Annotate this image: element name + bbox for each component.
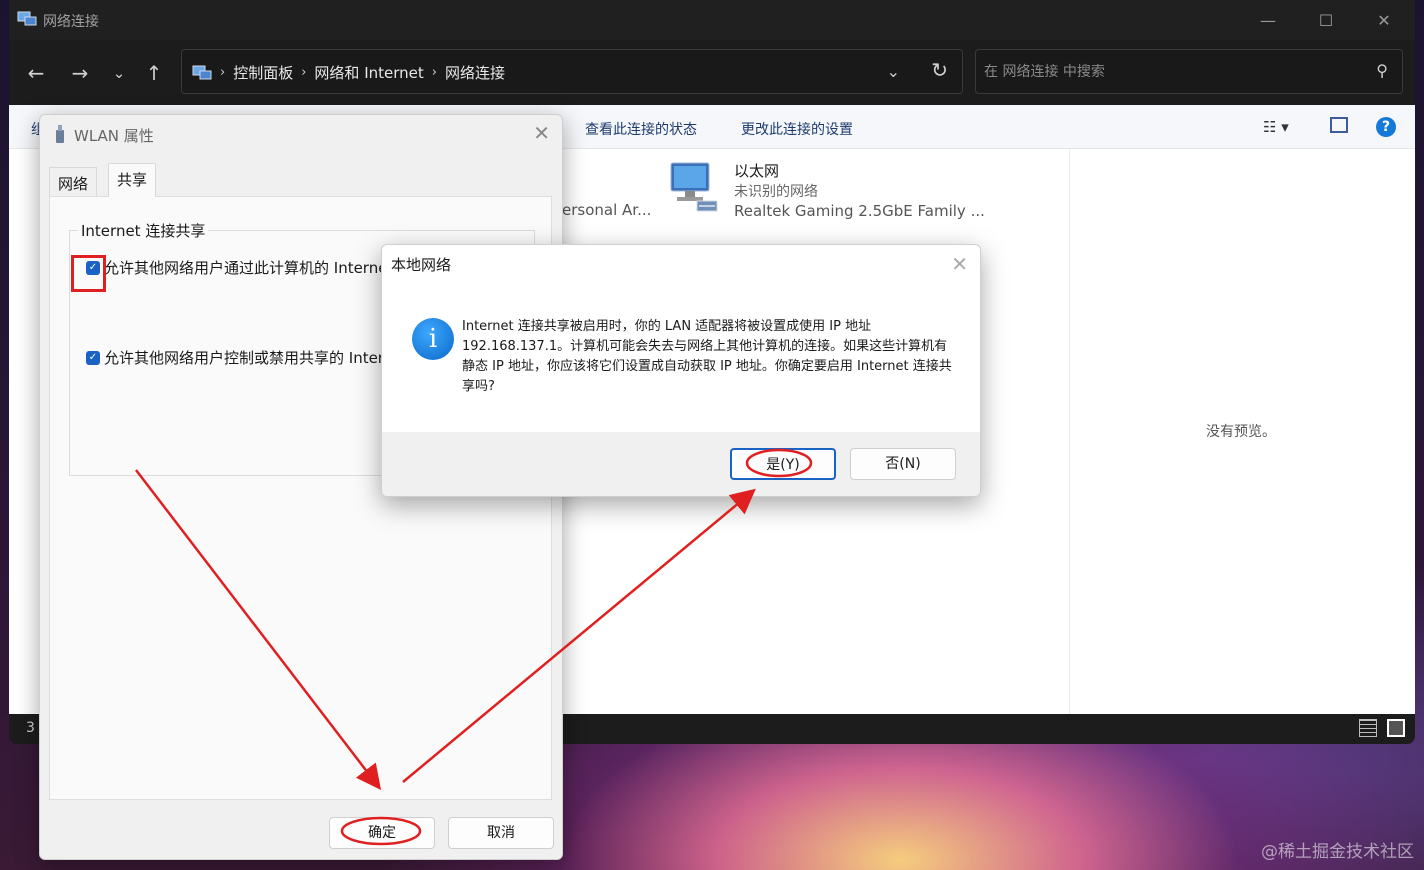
breadcrumb: › 控制面板 › 网络和 Internet › 网络连接 <box>192 62 505 83</box>
dialog-title: WLAN 属性 <box>74 127 154 145</box>
preview-pane-icon[interactable] <box>1330 117 1348 133</box>
ok-button[interactable]: 确定 <box>329 817 435 849</box>
up-arrow-icon[interactable]: ↑ <box>140 59 168 87</box>
title-bar: 网络连接 — ☐ ✕ <box>9 0 1415 40</box>
breadcrumb-network-internet[interactable]: 网络和 Internet <box>314 62 423 83</box>
control-panel-icon <box>192 65 212 79</box>
watermark: @稀土掘金技术社区 <box>1261 842 1414 862</box>
checkbox-highlight-box <box>71 255 106 292</box>
large-icons-view-icon[interactable] <box>1387 719 1405 737</box>
breadcrumb-separator-icon: › <box>220 65 226 80</box>
network-connections-icon <box>17 11 37 26</box>
local-network-dialog: 本地网络 ✕ i Internet 连接共享被启用时，你的 LAN 适配器将被设… <box>381 244 981 497</box>
change-settings-command[interactable]: 更改此连接的设置 <box>741 119 853 139</box>
back-arrow-icon[interactable]: ← <box>22 59 50 87</box>
forward-arrow-icon[interactable]: → <box>66 59 94 87</box>
change-view-icon[interactable]: ☷ ▾ <box>1263 118 1289 136</box>
recent-locations-chevron-icon[interactable]: ⌄ <box>105 59 133 87</box>
close-window-button[interactable]: ✕ <box>1361 8 1407 34</box>
details-view-icon[interactable] <box>1359 719 1377 737</box>
close-icon[interactable]: ✕ <box>533 121 550 145</box>
breadcrumb-network-connections[interactable]: 网络连接 <box>445 62 505 83</box>
preview-pane: 没有预览。 <box>1069 149 1415 714</box>
info-icon: i <box>412 318 454 360</box>
wlan-adapter-icon <box>56 125 64 143</box>
no-preview-message: 没有预览。 <box>1206 424 1276 440</box>
ethernet-adapter: Realtek Gaming 2.5GbE Family ... <box>734 202 985 220</box>
breadcrumb-separator-icon: › <box>431 65 437 80</box>
checkbox-checked-icon[interactable]: ✓ <box>86 350 100 365</box>
yes-button[interactable]: 是(Y) <box>730 448 836 480</box>
allow-connect-checkbox-row[interactable]: ✓ 允许其他网络用户通过此计算机的 Internet <box>86 257 386 278</box>
view-status-command[interactable]: 查看此连接的状态 <box>585 119 697 139</box>
ethernet-status: 未识别的网络 <box>734 184 818 200</box>
help-icon[interactable]: ? <box>1376 117 1396 137</box>
dialog-title: 本地网络 <box>391 256 452 274</box>
maximize-button[interactable]: ☐ <box>1303 8 1349 34</box>
dialog-footer: 是(Y) 否(N) <box>382 432 980 496</box>
tab-network[interactable]: 网络 <box>49 167 98 197</box>
navigation-bar: ← → ⌄ ↑ › 控制面板 › 网络和 Internet › 网络连接 ⌄ ↻… <box>9 40 1415 105</box>
cancel-button[interactable]: 取消 <box>448 817 554 849</box>
search-input[interactable] <box>984 60 1354 84</box>
window-title: 网络连接 <box>43 14 99 30</box>
breadcrumb-separator-icon: › <box>301 65 307 80</box>
no-button[interactable]: 否(N) <box>850 448 956 480</box>
tab-sharing[interactable]: 共享 <box>108 163 157 197</box>
search-box[interactable]: ⚲ <box>975 49 1403 94</box>
ethernet-name: 以太网 <box>734 162 780 180</box>
connection-partial-label[interactable]: ersonal Ar... <box>562 201 651 219</box>
dialog-message: Internet 连接共享被启用时，你的 LAN 适配器将被设置成使用 IP 地… <box>462 319 952 394</box>
address-dropdown-icon[interactable]: ⌄ <box>887 62 900 81</box>
allow-connect-label: 允许其他网络用户通过此计算机的 Internet <box>104 259 386 277</box>
connection-ethernet[interactable]: 以太网 未识别的网络 Realtek Gaming 2.5GbE Family … <box>665 157 1005 227</box>
allow-control-checkbox-row[interactable]: ✓ 允许其他网络用户控制或禁用共享的 Internet <box>86 347 386 368</box>
minimize-button[interactable]: — <box>1245 8 1291 34</box>
item-count: 3 <box>26 720 35 736</box>
breadcrumb-control-panel[interactable]: 控制面板 <box>233 62 293 83</box>
group-label: Internet 连接共享 <box>78 220 209 241</box>
address-bar[interactable]: › 控制面板 › 网络和 Internet › 网络连接 ⌄ ↻ <box>181 49 963 94</box>
allow-control-label: 允许其他网络用户控制或禁用共享的 Internet <box>104 349 386 367</box>
network-adapter-icon <box>670 162 718 212</box>
refresh-icon[interactable]: ↻ <box>931 58 948 82</box>
search-icon[interactable]: ⚲ <box>1376 61 1388 80</box>
close-icon[interactable]: ✕ <box>951 252 968 276</box>
